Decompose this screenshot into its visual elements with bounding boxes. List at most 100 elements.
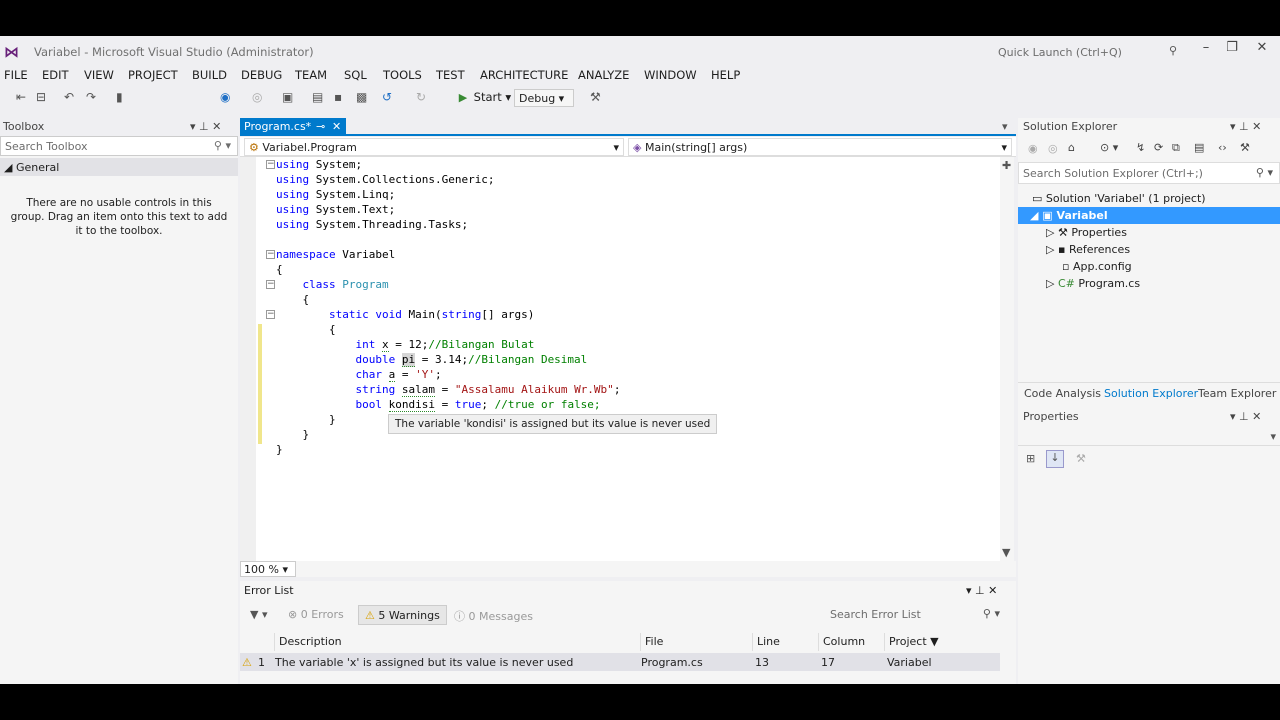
zoom-dropdown[interactable]: 100 % ▾ <box>240 561 296 577</box>
properties-object-dropdown[interactable]: ▾ <box>1018 428 1280 446</box>
collapse-all-icon[interactable]: ⧉ <box>1172 141 1180 155</box>
code-text: System.Linq; <box>309 188 396 201</box>
variable-name: x <box>381 338 389 352</box>
menu-edit[interactable]: EDIT <box>42 68 69 82</box>
toolbox-group-general[interactable]: ◢ General <box>0 158 238 176</box>
quick-launch-input[interactable]: Quick Launch (Ctrl+Q) ⚲ <box>990 40 1186 62</box>
scroll-down-icon[interactable]: ▼ <box>1002 546 1010 559</box>
categorized-icon[interactable]: ⊞ <box>1026 452 1035 465</box>
column-column[interactable]: Column <box>818 633 884 651</box>
member-dropdown[interactable]: ◈ Main(string[] args) ▾ <box>628 138 1012 156</box>
menu-sql[interactable]: SQL <box>344 68 367 82</box>
back-icon[interactable]: ◉ <box>220 90 230 104</box>
view-code-icon[interactable]: ‹› <box>1218 141 1227 154</box>
maximize-button[interactable]: ❐ <box>1220 40 1244 60</box>
panel-controls-icon[interactable]: ▾ ⊥ ✕ <box>1230 410 1261 423</box>
menu-tools[interactable]: TOOLS <box>383 68 422 82</box>
home-icon[interactable]: ⌂ <box>1068 141 1075 154</box>
errors-filter-button[interactable]: ⊗ 0 Errors <box>282 605 350 625</box>
show-all-files-icon[interactable]: ▤ <box>1194 141 1204 154</box>
start-button[interactable]: ▶ Start ▾ <box>456 90 511 105</box>
configuration-dropdown[interactable]: Debug ▾ <box>514 89 574 107</box>
fold-toggle-usings[interactable]: − <box>266 160 275 169</box>
save-icon[interactable]: ▪ <box>334 90 342 104</box>
back-icon[interactable]: ◉ <box>1028 142 1038 155</box>
save-all-icon[interactable]: ▩ <box>356 90 367 104</box>
code-editor[interactable]: − − − − using System; using System.Colle… <box>240 157 1000 561</box>
undo-arrow-icon[interactable]: ↺ <box>382 90 392 104</box>
filter-icon[interactable]: ▼ ▾ <box>244 605 273 625</box>
column-project[interactable]: Project ▼ <box>884 633 1000 651</box>
error-list-search-input[interactable]: Search Error List ⚲ ▾ <box>826 605 1002 625</box>
fold-toggle-class[interactable]: − <box>266 280 275 289</box>
tree-node-references[interactable]: ▷ ▪ References <box>1018 241 1280 258</box>
editor-vertical-scrollbar[interactable]: ✚ ▼ <box>1000 157 1014 561</box>
tab-team-explorer[interactable]: Team Explorer <box>1198 387 1276 400</box>
tree-node-app-config[interactable]: ▫ App.config <box>1018 258 1280 275</box>
split-icon[interactable]: ✚ <box>1002 159 1011 172</box>
menu-help[interactable]: HELP <box>711 68 740 82</box>
tree-node-solution[interactable]: ▭ Solution 'Variabel' (1 project) <box>1018 190 1280 207</box>
attach-icon[interactable]: ⚒ <box>590 90 601 104</box>
fold-toggle-method[interactable]: − <box>266 310 275 319</box>
menu-project[interactable]: PROJECT <box>128 68 178 82</box>
forward-icon[interactable]: ◎ <box>1048 142 1058 155</box>
open-file-icon[interactable]: ▤ <box>312 90 323 104</box>
undo-icon[interactable]: ↶ <box>64 90 74 104</box>
pin-icon[interactable]: ▾ ⊥ ✕ <box>190 120 221 133</box>
code-line-18: } <box>276 412 336 427</box>
menu-build[interactable]: BUILD <box>192 68 227 82</box>
code-text: = <box>434 383 455 396</box>
sync-icon[interactable]: ⊙ ▾ <box>1100 141 1118 154</box>
properties-label: Properties <box>1071 226 1127 239</box>
new-project-icon[interactable]: ▣ <box>282 90 293 104</box>
column-description[interactable]: Description <box>274 633 640 651</box>
tree-node-program-cs[interactable]: ▷ C# Program.cs <box>1018 275 1280 292</box>
column-line[interactable]: Line <box>752 633 818 651</box>
outline-icon[interactable]: ⊟ <box>36 90 46 104</box>
menu-architecture[interactable]: ARCHITECTURE <box>480 68 568 82</box>
tree-node-project[interactable]: ◢ ▣ Variabel <box>1018 207 1280 224</box>
tab-overflow-icon[interactable]: ▾ <box>1002 120 1008 133</box>
pending-changes-icon[interactable]: ↯ <box>1136 141 1145 154</box>
redo-arrow-icon[interactable]: ↻ <box>416 90 426 104</box>
tree-node-properties[interactable]: ▷ ⚒ Properties <box>1018 224 1280 241</box>
program-cs-label: Program.cs <box>1078 277 1141 290</box>
tab-code-analysis[interactable]: Code Analysis <box>1024 387 1101 400</box>
table-row[interactable]: ⚠ 1 The variable 'x' is assigned but its… <box>240 653 1000 671</box>
keyword: using <box>276 218 310 231</box>
menu-analyze[interactable]: ANALYZE <box>578 68 629 82</box>
menu-view[interactable]: VIEW <box>84 68 114 82</box>
menu-debug[interactable]: DEBUG <box>241 68 282 82</box>
property-pages-icon[interactable]: ⚒ <box>1076 452 1086 465</box>
menu-test[interactable]: TEST <box>436 68 465 82</box>
properties-wrench-icon[interactable]: ⚒ <box>1240 141 1250 154</box>
fold-toggle-namespace[interactable]: − <box>266 250 275 259</box>
toolbox-search-input[interactable]: Search Toolbox ⚲ ▾ <box>0 136 238 156</box>
menu-team[interactable]: TEAM <box>295 68 327 82</box>
messages-filter-button[interactable]: ⓘ 0 Messages <box>448 605 539 625</box>
menu-window[interactable]: WINDOW <box>644 68 697 82</box>
type-dropdown[interactable]: ⚙ Variabel.Program ▾ <box>244 138 624 156</box>
redo-icon[interactable]: ↷ <box>86 90 96 104</box>
forward-icon[interactable]: ◎ <box>252 90 262 104</box>
tab-program-cs[interactable]: Program.cs* ⊸ ✕ <box>240 118 346 136</box>
panel-controls-icon[interactable]: ▾ ⊥ ✕ <box>966 584 997 597</box>
info-icon: ⓘ <box>454 610 465 623</box>
column-file[interactable]: File <box>640 633 752 651</box>
references-icon: ▪ <box>1057 243 1066 256</box>
navigate-icon[interactable]: ⇤ <box>16 90 26 104</box>
menu-file[interactable]: FILE <box>4 68 28 82</box>
tab-solution-explorer[interactable]: Solution Explorer <box>1104 387 1198 400</box>
close-button[interactable]: ✕ <box>1250 40 1274 60</box>
close-tab-icon[interactable]: ✕ <box>332 120 341 133</box>
alphabetical-icon[interactable]: ↓ <box>1046 450 1064 468</box>
solution-explorer-search-input[interactable]: Search Solution Explorer (Ctrl+;) ⚲ ▾ <box>1018 162 1280 184</box>
pin-tab-icon[interactable]: ⊸ <box>316 120 325 133</box>
warnings-filter-button[interactable]: ⚠ 5 Warnings <box>358 605 447 625</box>
refresh-icon[interactable]: ⟳ <box>1154 141 1163 154</box>
bookmark-icon[interactable]: ▮ <box>116 90 123 104</box>
panel-controls-icon[interactable]: ▾ ⊥ ✕ <box>1230 120 1261 133</box>
zoom-value: 100 % <box>244 563 279 576</box>
minimize-button[interactable]: – <box>1194 40 1218 60</box>
